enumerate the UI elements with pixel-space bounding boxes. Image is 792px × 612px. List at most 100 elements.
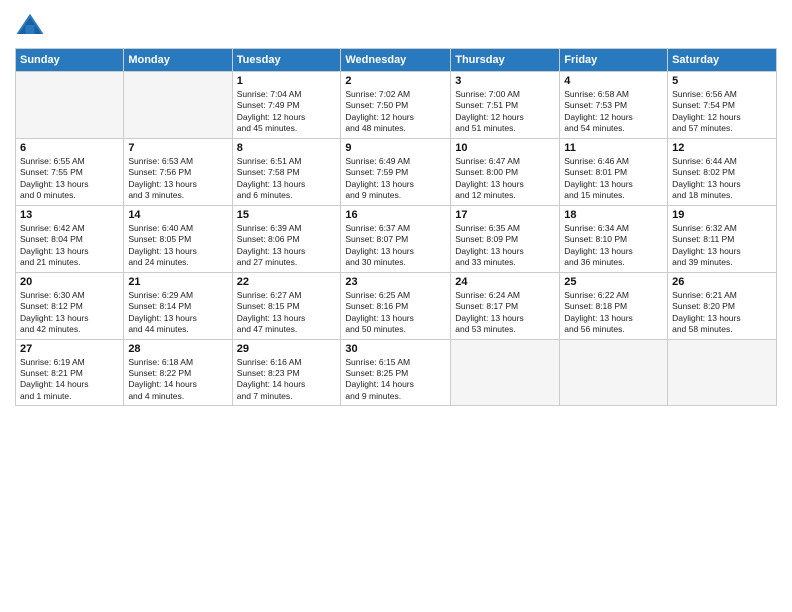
header bbox=[15, 10, 777, 40]
day-number: 15 bbox=[237, 209, 337, 221]
calendar-cell: 6 Sunrise: 6:55 AM Sunset: 7:55 PM Daylig… bbox=[16, 138, 124, 205]
day-header-sunday: Sunday bbox=[16, 49, 124, 72]
day-info: Sunrise: 6:18 AM Sunset: 8:22 PM Dayligh… bbox=[128, 357, 227, 403]
day-number: 29 bbox=[237, 343, 337, 355]
calendar-week-1: 1 Sunrise: 7:04 AM Sunset: 7:49 PM Daylig… bbox=[16, 72, 777, 139]
day-info: Sunrise: 6:22 AM Sunset: 8:18 PM Dayligh… bbox=[564, 290, 663, 336]
day-info: Sunrise: 6:44 AM Sunset: 8:02 PM Dayligh… bbox=[672, 156, 772, 202]
calendar-cell: 2 Sunrise: 7:02 AM Sunset: 7:50 PM Daylig… bbox=[341, 72, 451, 139]
day-info: Sunrise: 6:16 AM Sunset: 8:23 PM Dayligh… bbox=[237, 357, 337, 403]
calendar-cell: 21Sunrise: 6:29 AM Sunset: 8:14 PM Dayli… bbox=[124, 272, 232, 339]
calendar-cell: 29 Sunrise: 6:16 AM Sunset: 8:23 PM Dayli… bbox=[232, 339, 341, 406]
day-info: Sunrise: 6:53 AM Sunset: 7:56 PM Dayligh… bbox=[128, 156, 227, 202]
calendar-cell bbox=[124, 72, 232, 139]
day-number: 26 bbox=[672, 276, 772, 288]
calendar-cell: 30 Sunrise: 6:15 AM Sunset: 8:25 PM Dayli… bbox=[341, 339, 451, 406]
day-info: Sunrise: 6:32 AM Sunset: 8:11 PM Dayligh… bbox=[672, 223, 772, 269]
day-info: Sunrise: 6:24 AM Sunset: 8:17 PM Dayligh… bbox=[455, 290, 555, 336]
calendar-cell: 10 Sunrise: 6:47 AM Sunset: 8:00 PM Dayli… bbox=[451, 138, 560, 205]
day-number: 27 bbox=[20, 343, 119, 355]
day-number: 30 bbox=[345, 343, 446, 355]
calendar-cell: 19 Sunrise: 6:32 AM Sunset: 8:11 PM Dayli… bbox=[668, 205, 777, 272]
day-info: Sunrise: 7:00 AM Sunset: 7:51 PM Dayligh… bbox=[455, 89, 555, 135]
page: SundayMondayTuesdayWednesdayThursdayFrid… bbox=[0, 0, 792, 612]
day-number: 7 bbox=[128, 142, 227, 154]
calendar-cell: 3Sunrise: 7:00 AM Sunset: 7:51 PM Daylig… bbox=[451, 72, 560, 139]
calendar-cell: 20 Sunrise: 6:30 AM Sunset: 8:12 PM Dayli… bbox=[16, 272, 124, 339]
day-info: Sunrise: 6:27 AM Sunset: 8:15 PM Dayligh… bbox=[237, 290, 337, 336]
day-info: Sunrise: 6:21 AM Sunset: 8:20 PM Dayligh… bbox=[672, 290, 772, 336]
day-info: Sunrise: 6:42 AM Sunset: 8:04 PM Dayligh… bbox=[20, 223, 119, 269]
day-number: 1 bbox=[237, 75, 337, 87]
calendar-cell: 26 Sunrise: 6:21 AM Sunset: 8:20 PM Dayli… bbox=[668, 272, 777, 339]
day-info: Sunrise: 6:40 AM Sunset: 8:05 PM Dayligh… bbox=[128, 223, 227, 269]
calendar-cell: 22 Sunrise: 6:27 AM Sunset: 8:15 PM Dayli… bbox=[232, 272, 341, 339]
calendar-cell bbox=[668, 339, 777, 406]
day-info: Sunrise: 6:55 AM Sunset: 7:55 PM Dayligh… bbox=[20, 156, 119, 202]
day-number: 8 bbox=[237, 142, 337, 154]
day-info: Sunrise: 7:04 AM Sunset: 7:49 PM Dayligh… bbox=[237, 89, 337, 135]
calendar-cell: 27 Sunrise: 6:19 AM Sunset: 8:21 PM Dayli… bbox=[16, 339, 124, 406]
calendar-cell: 18 Sunrise: 6:34 AM Sunset: 8:10 PM Dayli… bbox=[560, 205, 668, 272]
calendar-cell: 1 Sunrise: 7:04 AM Sunset: 7:49 PM Daylig… bbox=[232, 72, 341, 139]
logo-icon bbox=[15, 10, 45, 40]
day-number: 18 bbox=[564, 209, 663, 221]
day-header-monday: Monday bbox=[124, 49, 232, 72]
calendar-cell: 28 Sunrise: 6:18 AM Sunset: 8:22 PM Dayli… bbox=[124, 339, 232, 406]
calendar-week-4: 20 Sunrise: 6:30 AM Sunset: 8:12 PM Dayli… bbox=[16, 272, 777, 339]
day-info: Sunrise: 7:02 AM Sunset: 7:50 PM Dayligh… bbox=[345, 89, 446, 135]
calendar-week-3: 13 Sunrise: 6:42 AM Sunset: 8:04 PM Dayli… bbox=[16, 205, 777, 272]
calendar-cell: 13 Sunrise: 6:42 AM Sunset: 8:04 PM Dayli… bbox=[16, 205, 124, 272]
day-number: 21 bbox=[128, 276, 227, 288]
day-number: 5 bbox=[672, 75, 772, 87]
day-info: Sunrise: 6:35 AM Sunset: 8:09 PM Dayligh… bbox=[455, 223, 555, 269]
calendar-cell: 24 Sunrise: 6:24 AM Sunset: 8:17 PM Dayli… bbox=[451, 272, 560, 339]
day-header-tuesday: Tuesday bbox=[232, 49, 341, 72]
day-info: Sunrise: 6:56 AM Sunset: 7:54 PM Dayligh… bbox=[672, 89, 772, 135]
calendar-cell: 9 Sunrise: 6:49 AM Sunset: 7:59 PM Daylig… bbox=[341, 138, 451, 205]
day-number: 20 bbox=[20, 276, 119, 288]
day-number: 24 bbox=[455, 276, 555, 288]
day-info: Sunrise: 6:51 AM Sunset: 7:58 PM Dayligh… bbox=[237, 156, 337, 202]
day-info: Sunrise: 6:46 AM Sunset: 8:01 PM Dayligh… bbox=[564, 156, 663, 202]
day-info: Sunrise: 6:37 AM Sunset: 8:07 PM Dayligh… bbox=[345, 223, 446, 269]
day-info: Sunrise: 6:34 AM Sunset: 8:10 PM Dayligh… bbox=[564, 223, 663, 269]
calendar-cell bbox=[451, 339, 560, 406]
day-info: Sunrise: 6:58 AM Sunset: 7:53 PM Dayligh… bbox=[564, 89, 663, 135]
day-number: 4 bbox=[564, 75, 663, 87]
day-number: 19 bbox=[672, 209, 772, 221]
day-header-wednesday: Wednesday bbox=[341, 49, 451, 72]
day-number: 9 bbox=[345, 142, 446, 154]
calendar-cell: 14Sunrise: 6:40 AM Sunset: 8:05 PM Dayli… bbox=[124, 205, 232, 272]
calendar-cell: 25 Sunrise: 6:22 AM Sunset: 8:18 PM Dayli… bbox=[560, 272, 668, 339]
calendar-cell: 12 Sunrise: 6:44 AM Sunset: 8:02 PM Dayli… bbox=[668, 138, 777, 205]
calendar: SundayMondayTuesdayWednesdayThursdayFrid… bbox=[15, 48, 777, 406]
day-info: Sunrise: 6:25 AM Sunset: 8:16 PM Dayligh… bbox=[345, 290, 446, 336]
day-info: Sunrise: 6:49 AM Sunset: 7:59 PM Dayligh… bbox=[345, 156, 446, 202]
day-info: Sunrise: 6:19 AM Sunset: 8:21 PM Dayligh… bbox=[20, 357, 119, 403]
calendar-week-5: 27 Sunrise: 6:19 AM Sunset: 8:21 PM Dayli… bbox=[16, 339, 777, 406]
day-number: 12 bbox=[672, 142, 772, 154]
day-number: 6 bbox=[20, 142, 119, 154]
day-number: 16 bbox=[345, 209, 446, 221]
calendar-week-2: 6 Sunrise: 6:55 AM Sunset: 7:55 PM Daylig… bbox=[16, 138, 777, 205]
day-number: 10 bbox=[455, 142, 555, 154]
day-number: 13 bbox=[20, 209, 119, 221]
calendar-cell bbox=[16, 72, 124, 139]
day-number: 28 bbox=[128, 343, 227, 355]
day-number: 25 bbox=[564, 276, 663, 288]
calendar-header-row: SundayMondayTuesdayWednesdayThursdayFrid… bbox=[16, 49, 777, 72]
day-info: Sunrise: 6:15 AM Sunset: 8:25 PM Dayligh… bbox=[345, 357, 446, 403]
day-number: 2 bbox=[345, 75, 446, 87]
calendar-cell: 23Sunrise: 6:25 AM Sunset: 8:16 PM Dayli… bbox=[341, 272, 451, 339]
day-info: Sunrise: 6:47 AM Sunset: 8:00 PM Dayligh… bbox=[455, 156, 555, 202]
calendar-cell: 17 Sunrise: 6:35 AM Sunset: 8:09 PM Dayli… bbox=[451, 205, 560, 272]
calendar-cell: 16 Sunrise: 6:37 AM Sunset: 8:07 PM Dayli… bbox=[341, 205, 451, 272]
day-number: 17 bbox=[455, 209, 555, 221]
day-number: 11 bbox=[564, 142, 663, 154]
day-number: 22 bbox=[237, 276, 337, 288]
calendar-cell: 4 Sunrise: 6:58 AM Sunset: 7:53 PM Daylig… bbox=[560, 72, 668, 139]
calendar-cell bbox=[560, 339, 668, 406]
day-info: Sunrise: 6:30 AM Sunset: 8:12 PM Dayligh… bbox=[20, 290, 119, 336]
calendar-cell: 7 Sunrise: 6:53 AM Sunset: 7:56 PM Daylig… bbox=[124, 138, 232, 205]
